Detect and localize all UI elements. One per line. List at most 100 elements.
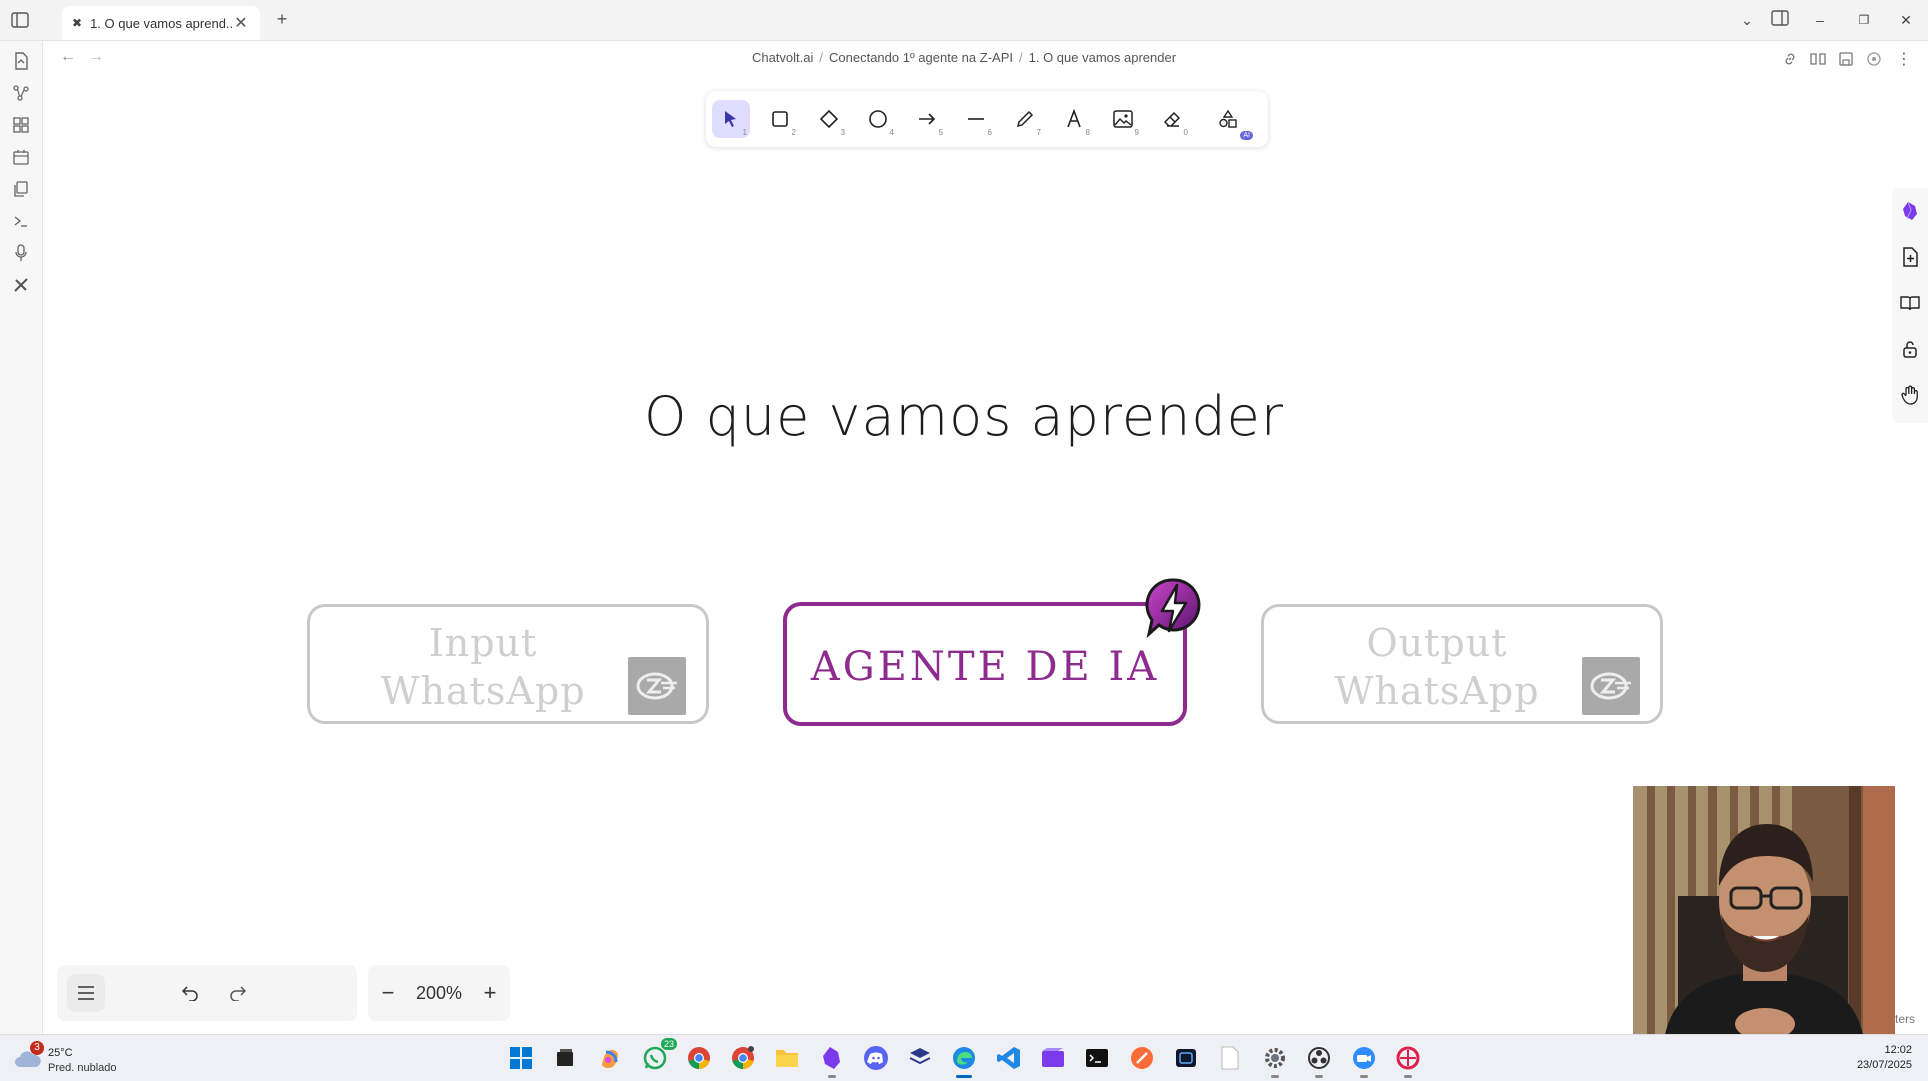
remote-desktop-icon[interactable] bbox=[1172, 1044, 1200, 1072]
link-icon[interactable] bbox=[1780, 49, 1800, 69]
left-ribbon bbox=[0, 41, 43, 1034]
postman-icon[interactable] bbox=[1128, 1044, 1156, 1072]
edge-icon[interactable] bbox=[950, 1044, 978, 1078]
capture-tool-icon[interactable] bbox=[1394, 1044, 1422, 1078]
windows-start-icon[interactable] bbox=[507, 1044, 535, 1072]
tab-close-icon[interactable]: ✕ bbox=[232, 13, 250, 33]
excalidraw-tools-icon[interactable] bbox=[10, 274, 32, 296]
tab-bar: ✖ 1. O que vamos aprend... ✕ + ⌄ – ❐ ✕ bbox=[0, 0, 1928, 41]
tool-shortcut: 9 bbox=[1134, 128, 1139, 137]
new-file-icon[interactable] bbox=[1899, 246, 1921, 268]
book-library-icon[interactable] bbox=[1899, 292, 1921, 314]
excalidraw-tab-icon: ✖ bbox=[72, 16, 83, 30]
zoom-in-button[interactable]: + bbox=[474, 974, 506, 1012]
webcam-overlay bbox=[1633, 786, 1895, 1048]
output-whatsapp-card[interactable]: Output WhatsApp bbox=[1261, 604, 1663, 724]
running-indicator bbox=[1315, 1075, 1323, 1078]
running-indicator bbox=[956, 1075, 972, 1078]
more-shapes-tool[interactable]: AI bbox=[1209, 100, 1253, 140]
reading-view-icon[interactable] bbox=[1808, 49, 1828, 69]
redo-button[interactable] bbox=[219, 974, 257, 1012]
whatsapp-badge: 23 bbox=[660, 1038, 677, 1050]
new-tab-button[interactable]: + bbox=[272, 8, 292, 30]
settings-gear-icon[interactable] bbox=[1261, 1044, 1289, 1078]
clock-date: 23/07/2025 bbox=[1856, 1059, 1912, 1071]
eraser-tool[interactable]: 0 bbox=[1153, 100, 1191, 138]
right-sidebar-toggle-icon[interactable] bbox=[1770, 10, 1790, 30]
tool-shortcut: 0 bbox=[1183, 128, 1188, 137]
zoom-app-icon[interactable] bbox=[1350, 1044, 1378, 1078]
line-tool[interactable]: 6 bbox=[957, 100, 995, 138]
image-tool[interactable]: 9 bbox=[1104, 100, 1142, 138]
zoom-controls: − 200% + bbox=[368, 965, 510, 1021]
calendar-icon[interactable] bbox=[10, 146, 32, 168]
copilot-icon[interactable] bbox=[596, 1044, 624, 1072]
obsidian-logo-icon[interactable] bbox=[1899, 200, 1921, 222]
task-view-icon[interactable] bbox=[551, 1044, 579, 1072]
breadcrumb-file[interactable]: 1. O que vamos aprender bbox=[1029, 50, 1176, 65]
obs-studio-icon[interactable] bbox=[1305, 1044, 1333, 1078]
running-indicator bbox=[1404, 1075, 1412, 1078]
discord-icon[interactable] bbox=[862, 1044, 890, 1072]
text-tool[interactable]: 8 bbox=[1055, 100, 1093, 138]
tab-list-chevron-icon[interactable]: ⌄ bbox=[1737, 10, 1757, 30]
chrome-profile-icon[interactable] bbox=[729, 1044, 757, 1072]
lock-open-icon[interactable] bbox=[1899, 338, 1921, 360]
save-icon[interactable] bbox=[1836, 49, 1856, 69]
output-whatsapp-text: Output WhatsApp bbox=[1304, 619, 1570, 715]
command-palette-icon[interactable] bbox=[10, 210, 32, 232]
copy-templates-icon[interactable] bbox=[10, 178, 32, 200]
tab-title: 1. O que vamos aprend... bbox=[90, 15, 232, 31]
whatsapp-label: WhatsApp bbox=[380, 669, 586, 713]
agente-de-ia-card[interactable]: AGENTE DE IA bbox=[783, 602, 1187, 726]
restore-icon[interactable]: ❐ bbox=[1854, 10, 1874, 30]
microphone-icon[interactable] bbox=[10, 242, 32, 264]
lightning-bolt-icon bbox=[1142, 575, 1204, 641]
input-whatsapp-card[interactable]: Input WhatsApp bbox=[307, 604, 709, 724]
system-clock[interactable]: 12:02 23/07/2025 bbox=[1857, 1043, 1912, 1073]
weather-widget[interactable]: 3 25°C Pred. nublado bbox=[14, 1041, 144, 1077]
whatsapp-label: WhatsApp bbox=[1334, 669, 1540, 713]
terminal-icon[interactable] bbox=[1083, 1044, 1111, 1072]
cursor-ide-icon[interactable] bbox=[906, 1044, 934, 1072]
tab-active[interactable]: ✖ 1. O que vamos aprend... ✕ bbox=[62, 6, 260, 40]
status-bar-fragment: ters bbox=[1895, 1012, 1916, 1026]
zoom-level[interactable]: 200% bbox=[404, 965, 474, 1021]
more-options-icon[interactable]: ⋮ bbox=[1894, 49, 1914, 69]
tool-shortcut: 6 bbox=[987, 128, 992, 137]
video-editor-icon[interactable] bbox=[1039, 1044, 1067, 1072]
graph-view-icon[interactable] bbox=[10, 82, 32, 104]
tool-shortcut: 3 bbox=[840, 128, 845, 137]
sidebar-toggle-icon[interactable] bbox=[10, 10, 30, 30]
arrow-tool[interactable]: 5 bbox=[908, 100, 946, 138]
obsidian-icon[interactable] bbox=[818, 1044, 846, 1078]
breadcrumb-folder-zapi[interactable]: Conectando 1º agente na Z-API bbox=[829, 50, 1013, 65]
draw-tool[interactable]: 7 bbox=[1006, 100, 1044, 138]
breadcrumb-folder-chatvolt[interactable]: Chatvolt.ai bbox=[752, 50, 813, 65]
tool-shortcut: 8 bbox=[1085, 128, 1090, 137]
tool-shortcut: 2 bbox=[791, 128, 796, 137]
output-label: Output bbox=[1366, 621, 1508, 665]
notepad-icon[interactable] bbox=[1216, 1044, 1244, 1072]
tool-shortcut: 4 bbox=[889, 128, 894, 137]
vscode-icon[interactable] bbox=[995, 1044, 1023, 1072]
tool-shortcut: 1 bbox=[742, 128, 747, 137]
excalidraw-settings-icon[interactable] bbox=[1864, 49, 1884, 69]
input-label: Input bbox=[428, 621, 538, 665]
zoom-out-button[interactable]: − bbox=[372, 974, 404, 1012]
selection-tool[interactable]: 1 bbox=[712, 100, 750, 138]
diamond-tool[interactable]: 3 bbox=[810, 100, 848, 138]
canvas-grid-icon[interactable] bbox=[10, 114, 32, 136]
main-menu-button[interactable] bbox=[67, 974, 105, 1012]
breadcrumb-separator: / bbox=[1018, 50, 1023, 65]
chrome-icon[interactable] bbox=[685, 1044, 713, 1072]
undo-button[interactable] bbox=[171, 974, 209, 1012]
minimize-icon[interactable]: – bbox=[1810, 10, 1830, 30]
tool-shortcut: 7 bbox=[1036, 128, 1041, 137]
ellipse-tool[interactable]: 4 bbox=[859, 100, 897, 138]
whatsapp-icon[interactable]: 23 bbox=[641, 1038, 677, 1072]
rectangle-tool[interactable]: 2 bbox=[761, 100, 799, 138]
close-window-icon[interactable]: ✕ bbox=[1896, 10, 1916, 30]
canvas-title[interactable]: O que vamos aprender bbox=[0, 385, 1928, 448]
file-explorer-icon[interactable] bbox=[773, 1044, 801, 1072]
